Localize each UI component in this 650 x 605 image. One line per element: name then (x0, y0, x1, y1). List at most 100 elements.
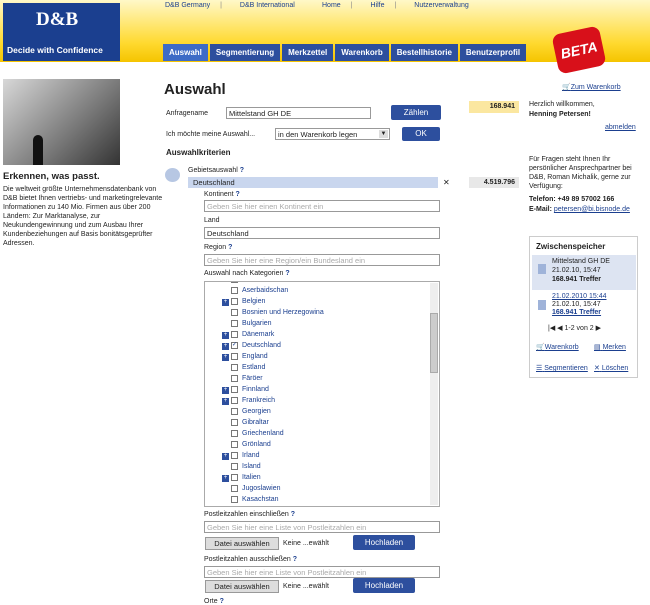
gebietsauswahl-label: Gebietsauswahl ? (188, 167, 244, 174)
auswahl-action-select[interactable]: in den Warenkorb legen ▼ (275, 128, 390, 140)
region-input[interactable]: Geben Sie hier eine Region/ein Bundeslan… (204, 254, 440, 266)
select-value: in den Warenkorb legen (278, 130, 358, 139)
tab-warenkorb[interactable]: Warenkorb (335, 44, 389, 61)
zwischenspeicher-panel: Zwischenspeicher Mittelstand GH DE 21.02… (529, 236, 638, 378)
plz-einschliessen-input[interactable]: Geben Sie hier eine Liste von Postleitza… (204, 521, 440, 533)
checkbox[interactable] (231, 320, 238, 327)
link-hilfe[interactable]: Hilfe (370, 2, 384, 9)
loeschen-link[interactable]: ✕ Löschen (594, 364, 628, 372)
checkbox[interactable] (231, 452, 238, 459)
help-icon[interactable]: ? (228, 244, 232, 251)
entry-1-date: 21.02.10, 15:47 (552, 267, 601, 274)
checkbox[interactable] (231, 463, 238, 470)
tab-auswahl[interactable]: Auswahl (163, 44, 208, 61)
anfragename-input[interactable]: Mittelstand GH DE (226, 107, 371, 119)
checkbox[interactable] (231, 353, 238, 360)
deutschland-bar[interactable]: Deutschland (188, 177, 438, 188)
tab-bestellhistorie[interactable]: Bestellhistorie (390, 44, 458, 61)
checkbox[interactable] (231, 282, 238, 283)
datei-auswaehlen-button-2[interactable]: Datei auswählen (205, 580, 279, 593)
merken-link[interactable]: ▤ Merken (594, 343, 626, 351)
link-db-international[interactable]: D&B International (240, 2, 295, 9)
zum-warenkorb-link[interactable]: 🛒Zum Warenkorb (562, 83, 621, 91)
expand-icon[interactable]: + (222, 332, 229, 339)
item-label: Italien (242, 474, 261, 481)
promo-image (3, 79, 120, 165)
saved-entry-2[interactable]: 21.02.2010 15:44 21.02.10, 15:47 168.941… (532, 291, 636, 321)
checkbox[interactable] (231, 364, 238, 371)
entry-2-count: 168.941 Treffer (552, 309, 602, 316)
checkbox[interactable] (231, 375, 238, 382)
link-home[interactable]: Home (322, 2, 341, 9)
item-label: Island (242, 463, 261, 470)
checkbox[interactable]: ✓ (231, 342, 238, 349)
item-label: Jugoslawien (242, 485, 281, 492)
ok-button[interactable]: OK (402, 127, 440, 141)
tab-benutzerprofil[interactable]: Benutzerprofil (459, 44, 527, 61)
scrollbar-thumb[interactable] (430, 313, 438, 373)
expand-icon[interactable]: + (222, 343, 229, 350)
checkbox[interactable] (231, 485, 238, 492)
checkbox[interactable] (231, 419, 238, 426)
hochladen-button-2[interactable]: Hochladen (353, 578, 415, 593)
email-link[interactable]: petersen@bi.bisnode.de (554, 206, 630, 213)
zaehlen-button[interactable]: Zählen (391, 105, 441, 120)
saved-entry-1[interactable]: Mittelstand GH DE 21.02.10, 15:47 168.94… (532, 255, 636, 290)
plz-ausschliessen-label: Postleitzahlen ausschließen ? (204, 556, 297, 563)
help-icon[interactable]: ? (291, 511, 295, 518)
entry-2-name: 21.02.2010 15:44 (552, 293, 607, 300)
plz-ausschliessen-input[interactable]: Geben Sie hier eine Liste von Postleitza… (204, 566, 440, 578)
item-label: Deutschland (242, 342, 281, 349)
tab-segmentierung[interactable]: Segmentierung (209, 44, 281, 61)
item-label: Finnland (242, 386, 269, 393)
checkbox[interactable] (231, 408, 238, 415)
checkbox[interactable] (231, 298, 238, 305)
checkbox[interactable] (231, 474, 238, 481)
checkbox[interactable] (231, 331, 238, 338)
expand-icon[interactable]: + (222, 299, 229, 306)
checkbox[interactable] (231, 397, 238, 404)
help-icon[interactable]: ? (293, 556, 297, 563)
hochladen-button[interactable]: Hochladen (353, 535, 415, 550)
checkbox[interactable] (231, 496, 238, 503)
kontinent-input[interactable]: Geben Sie hier einen Kontinent ein (204, 200, 440, 212)
item-label: Bulgarien (242, 320, 272, 327)
plz-einschliessen-label: Postleitzahlen einschließen ? (204, 511, 295, 518)
first-page-icon[interactable]: |◀ (548, 325, 555, 332)
close-icon[interactable]: ✕ (443, 178, 450, 187)
panel-warenkorb-link[interactable]: 🛒Warenkorb (536, 343, 579, 351)
abmelden-link[interactable]: abmelden (605, 124, 636, 131)
expand-icon[interactable]: + (222, 354, 229, 361)
help-icon[interactable]: ? (285, 270, 289, 277)
db-logo[interactable]: D&B Decide with Confidence (3, 3, 120, 61)
item-label: Gibraltar (242, 419, 269, 426)
list-scrollbar[interactable] (430, 283, 438, 505)
prev-page-icon[interactable]: ◀ (557, 325, 562, 332)
expand-icon[interactable]: + (222, 387, 229, 394)
help-icon[interactable]: ? (240, 167, 244, 174)
expand-icon[interactable]: + (222, 453, 229, 460)
help-icon[interactable]: ? (236, 191, 240, 198)
checkbox[interactable] (231, 430, 238, 437)
entry-1-count: 168.941 Treffer (552, 276, 602, 283)
datei-auswaehlen-button[interactable]: Datei auswählen (205, 537, 279, 550)
link-nutzerverwaltung[interactable]: Nutzerverwaltung (414, 2, 468, 9)
item-label: Dänemark (242, 331, 275, 338)
item-label: Färöer (242, 375, 263, 382)
tab-merkzettel[interactable]: Merkzettel (282, 44, 334, 61)
country-list[interactable]: Armenien Aserbaidschan + Belgien Bosnien und… (204, 281, 440, 507)
help-icon[interactable]: ? (220, 598, 224, 605)
next-page-icon[interactable]: ▶ (596, 325, 601, 332)
expand-icon[interactable]: + (222, 475, 229, 482)
expand-icon[interactable]: + (222, 398, 229, 405)
item-label: Bosnien und Herzegowina (242, 309, 324, 316)
checkbox[interactable] (231, 441, 238, 448)
checkbox[interactable] (231, 386, 238, 393)
checkbox[interactable] (231, 287, 238, 294)
link-db-germany[interactable]: D&B Germany (165, 2, 210, 9)
segmentieren-link[interactable]: ☰ Segmentieren (536, 364, 588, 372)
contact-intro: Für Fragen steht Ihnen Ihr persönlicher … (529, 156, 632, 190)
checkbox[interactable] (231, 309, 238, 316)
user-name: Henning Petersen! (529, 111, 591, 118)
land-input[interactable]: Deutschland (204, 227, 440, 239)
